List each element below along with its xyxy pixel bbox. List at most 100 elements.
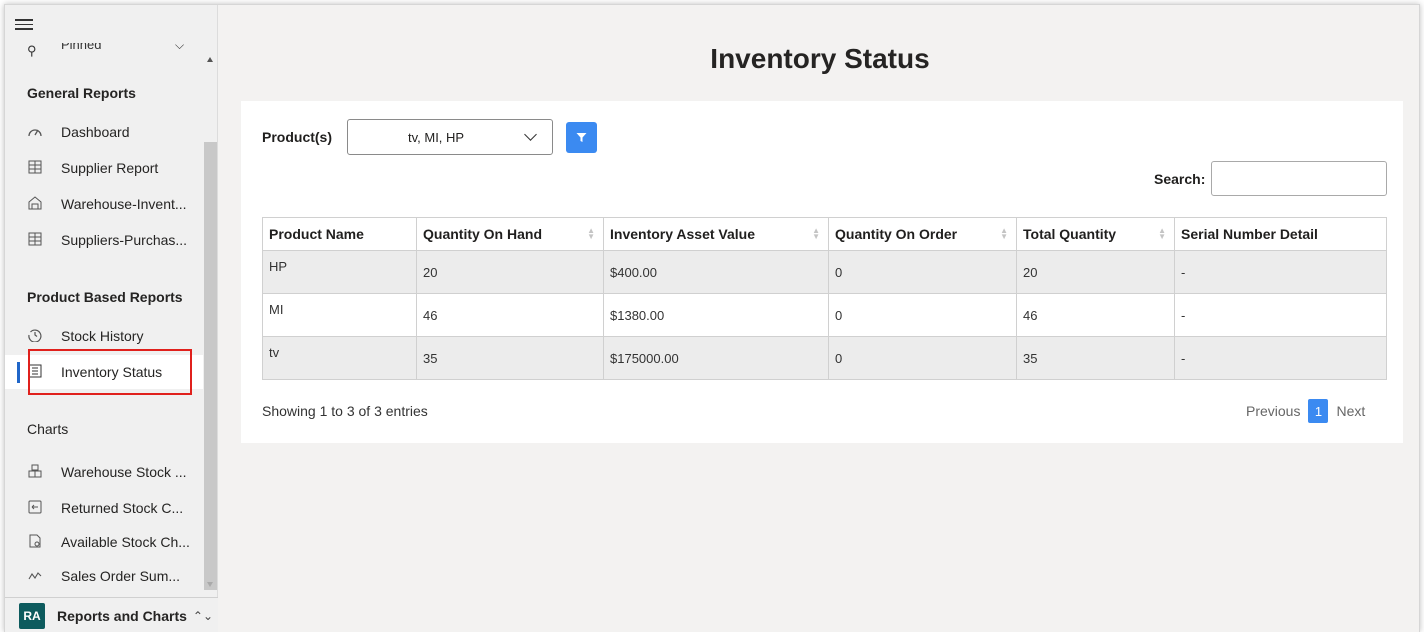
next-page-button[interactable]: Next: [1336, 403, 1365, 419]
scrollbar-thumb[interactable]: [204, 142, 217, 590]
cell-serial-number-detail: -: [1174, 250, 1387, 294]
cell-inventory-asset-value: $400.00: [603, 250, 829, 294]
table-info: Showing 1 to 3 of 3 entries: [262, 403, 428, 419]
sidebar-item-label: Warehouse-Invent...: [61, 196, 187, 212]
cell-product-name: HP: [262, 250, 417, 294]
sort-icon: ▲ ▼: [1000, 226, 1008, 241]
sidebar-item-dashboard[interactable]: Dashboard: [5, 115, 203, 149]
column-header-label: Quantity On Hand: [423, 226, 542, 242]
sidebar-item-label: Returned Stock C...: [61, 500, 184, 516]
column-header-label: Serial Number Detail: [1181, 226, 1318, 242]
highlight-box: [28, 349, 192, 395]
table-row: HP 20 $400.00 0 20 -: [262, 250, 1387, 294]
app-name: Reports and Charts: [57, 607, 187, 624]
warehouse-icon: [25, 195, 45, 213]
sidebar: ⚲ Pinned ⌵ General Reports Dashboard Sup…: [5, 5, 218, 632]
cell-quantity-on-order: 0: [828, 293, 1017, 337]
cell-inventory-asset-value: $1380.00: [603, 293, 829, 337]
table-row: tv 35 $175000.00 0 35 -: [262, 336, 1387, 380]
avatar: RA: [19, 602, 45, 629]
col-serial-number-detail[interactable]: Serial Number Detail: [1174, 217, 1387, 251]
chevron-down-icon: [524, 128, 537, 141]
grid-table-icon: [25, 232, 45, 249]
grid-table-icon: [25, 160, 45, 177]
sidebar-item-label: Stock History: [61, 328, 144, 344]
column-header-label: Total Quantity: [1023, 226, 1117, 242]
scroll-down-arrow-icon[interactable]: [207, 582, 213, 587]
cell-quantity-on-order: 0: [828, 336, 1017, 380]
cell-product-name: MI: [262, 293, 417, 337]
pin-icon: ⚲: [27, 43, 37, 58]
search-input[interactable]: [1211, 161, 1387, 196]
sidebar-scrollbar[interactable]: [204, 55, 217, 595]
cell-inventory-asset-value: $175000.00: [603, 336, 829, 380]
products-label: Product(s): [262, 129, 332, 145]
app-switcher[interactable]: RA Reports and Charts ⌃⌄: [5, 597, 218, 632]
sidebar-item-returned-stock[interactable]: Returned Stock C...: [5, 491, 203, 525]
scroll-up-arrow-icon[interactable]: [207, 57, 213, 62]
previous-page-button[interactable]: Previous: [1246, 403, 1300, 419]
table-row: MI 46 $1380.00 0 46 -: [262, 293, 1387, 337]
cell-serial-number-detail: -: [1174, 293, 1387, 337]
cell-quantity-on-hand: 20: [416, 250, 604, 294]
boxes-icon: [25, 464, 45, 481]
chevron-down-icon: ⌵: [175, 43, 185, 52]
inventory-table: Product Name Quantity On Hand ▲ ▼ Inventor…: [262, 217, 1387, 380]
column-header-label: Inventory Asset Value: [610, 226, 755, 242]
sort-icon: ▲ ▼: [812, 226, 820, 241]
sidebar-item-available-stock[interactable]: Available Stock Ch...: [5, 525, 203, 559]
chevron-up-down-icon: ⌃⌄: [192, 608, 214, 623]
pagination: Previous 1 Next: [1246, 399, 1365, 423]
sort-icon: ▲ ▼: [1158, 226, 1166, 241]
cell-serial-number-detail: -: [1174, 336, 1387, 380]
sidebar-item-stock-history[interactable]: Stock History: [5, 319, 203, 353]
filter-icon: [576, 133, 587, 142]
return-box-icon: [25, 500, 45, 517]
cell-quantity-on-hand: 46: [416, 293, 604, 337]
section-product-based-reports: Product Based Reports: [27, 289, 183, 305]
col-product-name[interactable]: Product Name: [262, 217, 417, 251]
main-content: Inventory Status Product(s) tv, MI, HP S…: [219, 5, 1419, 632]
report-card: Product(s) tv, MI, HP Search: Product Na…: [241, 101, 1403, 443]
sidebar-item-supplier-report[interactable]: Supplier Report: [5, 151, 203, 185]
sidebar-item-warehouse-stock[interactable]: Warehouse Stock ...: [5, 455, 203, 489]
sidebar-item-label: Suppliers-Purchas...: [61, 232, 188, 248]
sidebar-item-label: Available Stock Ch...: [61, 534, 190, 550]
table-header-row: Product Name Quantity On Hand ▲ ▼ Inventor…: [262, 217, 1387, 251]
products-select[interactable]: tv, MI, HP: [347, 119, 553, 155]
search-label: Search:: [1154, 171, 1206, 187]
column-header-label: Product Name: [269, 226, 364, 242]
sidebar-item-label: Warehouse Stock ...: [61, 464, 187, 480]
column-header-label: Quantity On Order: [835, 226, 958, 242]
cell-total-quantity: 35: [1016, 336, 1175, 380]
app-window: ⚲ Pinned ⌵ General Reports Dashboard Sup…: [4, 4, 1420, 632]
cell-quantity-on-order: 0: [828, 250, 1017, 294]
page-title: Inventory Status: [710, 43, 930, 74]
sidebar-item-label: Supplier Report: [61, 160, 159, 176]
cell-total-quantity: 46: [1016, 293, 1175, 337]
sidebar-item-label: Sales Order Sum...: [61, 568, 181, 584]
products-select-value: tv, MI, HP: [408, 130, 465, 145]
history-icon: [25, 328, 45, 345]
filter-button[interactable]: [566, 122, 597, 153]
section-general-reports: General Reports: [27, 85, 136, 101]
pinned-label: Pinned: [61, 43, 102, 52]
col-quantity-on-hand[interactable]: Quantity On Hand ▲ ▼: [416, 217, 604, 251]
gauge-icon: [25, 124, 45, 140]
hamburger-menu-icon[interactable]: [15, 19, 33, 33]
col-quantity-on-order[interactable]: Quantity On Order ▲ ▼: [828, 217, 1017, 251]
sidebar-item-sales-order-summary[interactable]: Sales Order Sum...: [5, 559, 203, 593]
col-total-quantity[interactable]: Total Quantity ▲ ▼: [1016, 217, 1175, 251]
cell-total-quantity: 20: [1016, 250, 1175, 294]
page-1-button[interactable]: 1: [1308, 399, 1329, 423]
document-chart-icon: [25, 534, 45, 551]
cell-quantity-on-hand: 35: [416, 336, 604, 380]
section-charts: Charts: [27, 421, 69, 437]
sidebar-item-warehouse-inventory[interactable]: Warehouse-Invent...: [5, 187, 203, 221]
pinned-group[interactable]: ⚲ Pinned ⌵: [27, 43, 197, 61]
sort-icon: ▲ ▼: [587, 226, 595, 241]
line-chart-icon: [25, 568, 45, 584]
col-inventory-asset-value[interactable]: Inventory Asset Value ▲ ▼: [603, 217, 829, 251]
sidebar-item-suppliers-purchases[interactable]: Suppliers-Purchas...: [5, 223, 203, 257]
sidebar-item-label: Dashboard: [61, 124, 130, 140]
